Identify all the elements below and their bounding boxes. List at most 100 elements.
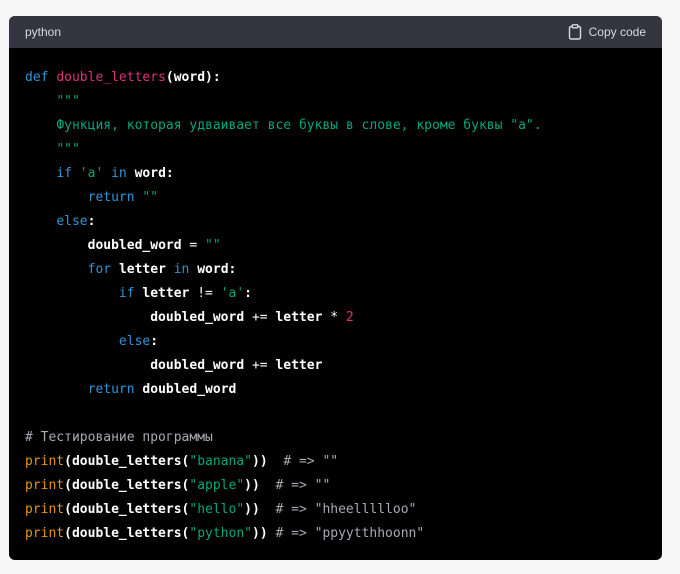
code-token: else — [118, 334, 151, 349]
code-token: (double_letters( — [64, 502, 190, 517]
code-token: "python" — [189, 526, 252, 541]
code-token: != — [189, 286, 221, 301]
code-token: return — [87, 190, 135, 205]
code-token: : — [87, 214, 96, 229]
code-token: word: — [197, 262, 237, 277]
code-token: )) — [244, 478, 260, 493]
code-line: print(double_letters("banana")) # => "" — [25, 450, 646, 474]
code-token: if — [56, 166, 72, 181]
code-token: 'a' — [220, 286, 245, 301]
code-line: doubled_word = "" — [25, 234, 646, 258]
code-token: += — [244, 310, 276, 325]
code-token: = — [181, 238, 206, 253]
code-token: 'a' — [79, 166, 104, 181]
code-line: return doubled_word — [25, 378, 646, 402]
code-token: : — [150, 334, 159, 349]
code-line: if 'a' in word: — [25, 162, 646, 186]
code-token: * — [322, 310, 346, 325]
code-token: return — [87, 382, 135, 397]
code-token: print — [25, 502, 65, 517]
code-token: "apple" — [189, 478, 245, 493]
code-token: "hello" — [189, 502, 245, 517]
code-token: # => "ppyytthhoonn" — [275, 526, 425, 541]
code-token: letter — [275, 358, 323, 373]
code-token: """ — [56, 94, 80, 109]
code-token: # => "" — [275, 478, 331, 493]
clipboard-icon — [568, 24, 582, 40]
code-line: print(double_letters("hello")) # => "hhe… — [25, 498, 646, 522]
code-token: in — [111, 166, 127, 181]
code-token: double_letters — [56, 70, 166, 85]
code-token: for — [87, 262, 112, 277]
code-token: doubled_word — [87, 238, 182, 253]
code-token: in — [173, 262, 190, 277]
code-line: else: — [25, 210, 646, 234]
code-token: )) — [252, 454, 268, 469]
code-block: python Copy code def double_letters(word… — [9, 16, 662, 560]
code-token: (double_letters( — [64, 454, 190, 469]
code-token: # => "hheellllloo" — [275, 502, 417, 517]
code-line: doubled_word += letter — [25, 354, 646, 378]
code-token: # => "" — [283, 454, 339, 469]
code-token: (word): — [165, 70, 221, 85]
code-block-header: python Copy code — [9, 16, 662, 48]
code-line: """ — [25, 90, 646, 114]
code-token: print — [25, 454, 65, 469]
code-token: def — [25, 70, 49, 85]
code-token: # Тестирование программы — [25, 430, 213, 445]
code-token: : — [244, 286, 252, 301]
code-token: (double_letters( — [64, 478, 190, 493]
code-token: Функция, которая удваивает все буквы в с… — [56, 118, 542, 133]
code-token: )) — [244, 502, 260, 517]
code-token: doubled_word — [150, 310, 245, 325]
code-token: letter — [275, 310, 323, 325]
code-token: word: — [134, 166, 174, 181]
code-token: (double_letters( — [64, 526, 190, 541]
code-token: "" — [205, 238, 221, 253]
copy-code-label: Copy code — [588, 25, 646, 39]
code-line: def double_letters(word): — [25, 66, 646, 90]
code-token: if — [118, 286, 135, 301]
code-line: doubled_word += letter * 2 — [25, 306, 646, 330]
code-token: )) — [252, 526, 268, 541]
code-token: += — [244, 358, 276, 373]
code-line: # Тестирование программы — [25, 426, 646, 450]
code-token: "banana" — [189, 454, 252, 469]
code-line: return "" — [25, 186, 646, 210]
code-token: print — [25, 526, 65, 541]
code-token: """ — [56, 142, 80, 157]
code-content: def double_letters(word): """ Функция, к… — [9, 48, 662, 546]
code-token: doubled_word — [150, 358, 245, 373]
code-line: else: — [25, 330, 646, 354]
code-line: """ — [25, 138, 646, 162]
code-line: if letter != 'a': — [25, 282, 646, 306]
code-token: print — [25, 478, 65, 493]
code-line: for letter in word: — [25, 258, 646, 282]
code-line: Функция, которая удваивает все буквы в с… — [25, 114, 646, 138]
code-token: 2 — [345, 310, 354, 325]
code-line: print(double_letters("python")) # => "pp… — [25, 522, 646, 546]
code-token: letter — [142, 286, 190, 301]
copy-code-button[interactable]: Copy code — [568, 24, 646, 40]
